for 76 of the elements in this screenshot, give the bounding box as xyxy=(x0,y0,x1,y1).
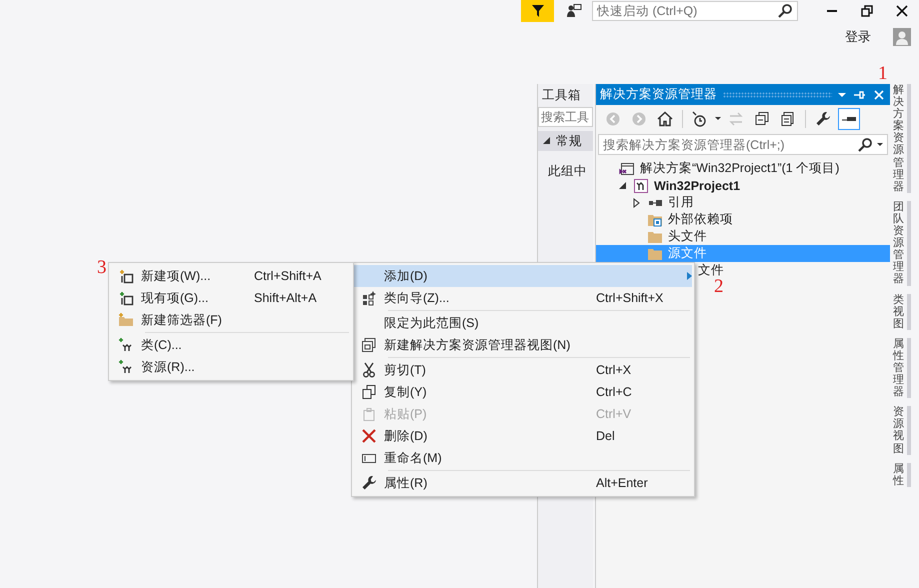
resource-icon xyxy=(118,359,134,375)
menu-item[interactable]: 属性(R) Alt+Enter xyxy=(354,472,692,494)
menu-item[interactable]: 新建项(W)... Ctrl+Shift+A xyxy=(111,265,351,287)
window-icon xyxy=(361,337,377,353)
solution-icon xyxy=(619,160,635,176)
menu-item[interactable]: 新建筛选器(F) xyxy=(111,309,351,331)
panel-title: 解决方案资源管理器 xyxy=(600,86,717,103)
home-icon xyxy=(657,110,673,126)
menu-item[interactable]: 重命名(M) xyxy=(354,447,692,469)
tree-item[interactable]: Win32Project1 xyxy=(596,177,890,194)
menu-item[interactable]: 现有项(G)... Shift+Alt+A xyxy=(111,287,351,309)
group-header[interactable]: 常规 xyxy=(538,131,593,151)
tree-item[interactable]: 头文件 xyxy=(596,228,890,245)
quick-launch-field[interactable]: 快速启动 (Ctrl+Q) xyxy=(592,1,798,21)
project-icon xyxy=(633,178,649,194)
new-item-icon xyxy=(118,268,134,284)
sign-in-link[interactable]: 登录 xyxy=(845,28,871,46)
class-icon xyxy=(118,337,134,353)
collapsed-arrow-icon xyxy=(632,198,642,208)
menu-item[interactable]: 资源(R)... xyxy=(111,356,351,378)
side-tab[interactable]: 资源视图 xyxy=(893,406,911,455)
solution-search-field[interactable]: 搜索解决方案资源管理器(Ctrl+;) xyxy=(598,134,888,155)
existing-item-icon xyxy=(118,290,134,306)
menu-item[interactable]: 限定为此范围(S) xyxy=(354,312,692,334)
side-tab[interactable]: 解决方案资源管理器 xyxy=(893,84,911,193)
menu-item[interactable]: 剪切(T) Ctrl+X xyxy=(354,359,692,381)
menu-item[interactable]: 添加(D) xyxy=(354,265,692,287)
feedback-icon xyxy=(566,3,582,19)
tree-item[interactable]: 解决方案“Win32Project1”(1 个项目) xyxy=(596,160,890,177)
expanded-arrow-icon xyxy=(542,136,552,146)
delete-icon xyxy=(361,428,377,444)
menu-item[interactable]: 类(C)... xyxy=(111,334,351,356)
forward-icon xyxy=(631,110,647,126)
tree-item[interactable]: 外部依赖项 xyxy=(596,211,890,228)
annotation-number: 1 xyxy=(878,64,888,83)
menu-item[interactable]: 删除(D) Del xyxy=(354,425,692,447)
expanded-arrow-icon xyxy=(618,180,628,190)
side-tab[interactable]: 属性管理器 xyxy=(893,338,911,398)
toolbox-search-field[interactable]: 搜索工具 xyxy=(538,107,593,127)
empty-group-text: 此组中 xyxy=(547,163,588,180)
wrench-icon xyxy=(815,110,831,126)
tree-item[interactable]: 引用 xyxy=(596,194,890,211)
minimize-icon xyxy=(826,10,836,12)
funnel-icon xyxy=(530,3,546,19)
dropdown-icon xyxy=(715,117,721,120)
close-icon xyxy=(872,88,886,102)
class-wizard-icon xyxy=(361,290,377,306)
annotation-number: 3 xyxy=(97,258,106,277)
menu-item[interactable]: 复制(Y) Ctrl+C xyxy=(354,381,692,403)
menu-item[interactable]: 类向导(Z)... Ctrl+Shift+X xyxy=(354,287,692,309)
folder-icon xyxy=(118,312,134,328)
avatar-icon xyxy=(893,28,911,46)
annotation-number: 2 xyxy=(714,277,724,296)
clipboard-icon xyxy=(361,406,377,422)
panel-title: 工具箱 xyxy=(541,86,582,104)
preview-icon xyxy=(842,116,856,120)
toolbar-button[interactable] xyxy=(838,108,860,130)
menu-item[interactable]: 新建解决方案资源管理器视图(N) xyxy=(354,334,692,356)
restore-icon xyxy=(858,3,874,19)
search-icon xyxy=(857,136,873,152)
wrench-icon xyxy=(361,475,377,491)
dropdown-icon xyxy=(877,143,883,146)
copy-icon xyxy=(361,384,377,400)
side-tab[interactable]: 团队资源管理器 xyxy=(893,200,911,286)
back-icon xyxy=(605,110,621,126)
sync-arrows-icon xyxy=(728,110,744,126)
side-tab[interactable]: 属性 xyxy=(893,462,911,487)
side-tab[interactable]: 类视图 xyxy=(893,294,911,330)
collapse-icon xyxy=(754,110,770,126)
submenu-arrow-icon xyxy=(687,272,692,280)
close-icon xyxy=(894,3,910,19)
filter-button[interactable] xyxy=(521,0,554,22)
dropdown-icon xyxy=(838,92,846,96)
files-icon xyxy=(780,110,796,126)
scissors-icon xyxy=(361,362,377,378)
search-icon xyxy=(777,3,793,19)
